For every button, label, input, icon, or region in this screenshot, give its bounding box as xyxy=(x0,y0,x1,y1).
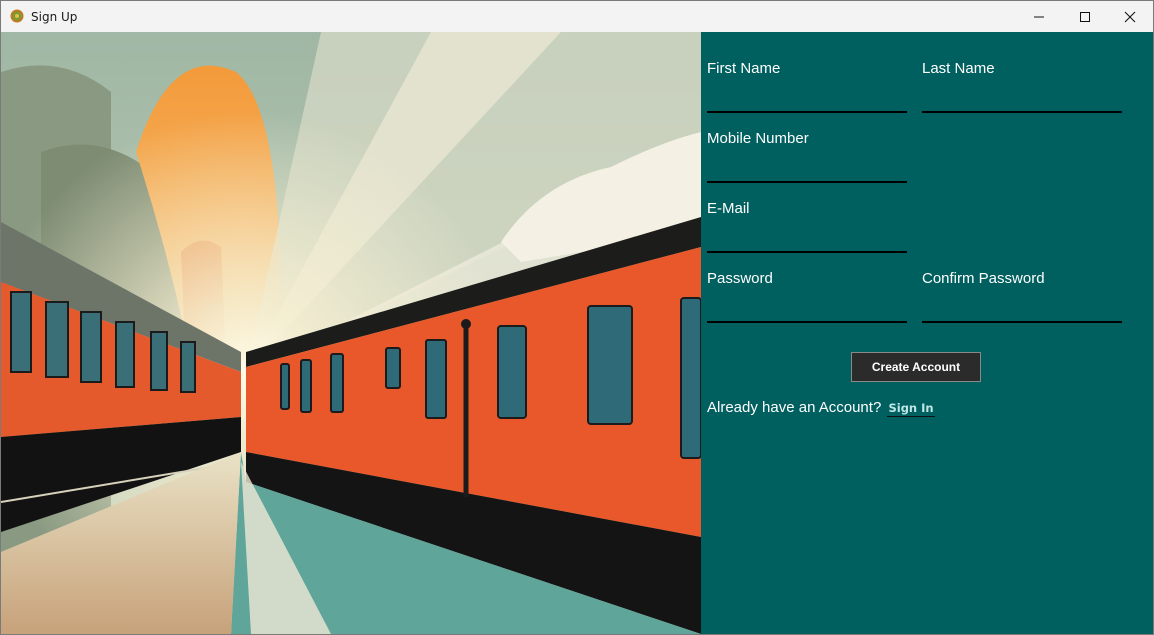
confirm-password-label: Confirm Password xyxy=(922,270,1045,287)
last-name-label: Last Name xyxy=(922,60,995,77)
create-account-button[interactable]: Create Account xyxy=(851,352,981,382)
close-icon xyxy=(1124,11,1136,22)
password-label: Password xyxy=(707,270,773,287)
mobile-number-field[interactable] xyxy=(707,159,907,183)
signin-prompt: Already have an Account? xyxy=(707,399,882,416)
first-name-field[interactable] xyxy=(707,89,907,113)
app-icon xyxy=(10,9,24,23)
minimize-icon xyxy=(1034,16,1044,17)
train-illustration xyxy=(1,32,701,634)
email-label: E-Mail xyxy=(707,200,750,217)
close-button[interactable] xyxy=(1107,1,1153,32)
signup-form: First Name Last Name Mobile Number E-Mai… xyxy=(701,32,1153,634)
maximize-button[interactable] xyxy=(1062,1,1108,32)
hero-train-image xyxy=(1,32,701,634)
mobile-number-label: Mobile Number xyxy=(707,130,809,147)
minimize-button[interactable] xyxy=(1016,1,1062,32)
maximize-icon xyxy=(1080,11,1090,22)
password-field[interactable] xyxy=(707,299,907,323)
confirm-password-field[interactable] xyxy=(922,299,1122,323)
signup-window: Sign Up First Name Last Name Mobile Numb… xyxy=(0,0,1154,635)
signin-row: Already have an Account? Sign In xyxy=(707,399,935,417)
signin-link[interactable]: Sign In xyxy=(887,401,935,417)
last-name-field[interactable] xyxy=(922,89,1122,113)
title-bar[interactable]: Sign Up xyxy=(1,1,1153,32)
window-title: Sign Up xyxy=(31,10,78,24)
email-field[interactable] xyxy=(707,229,907,253)
first-name-label: First Name xyxy=(707,60,781,77)
